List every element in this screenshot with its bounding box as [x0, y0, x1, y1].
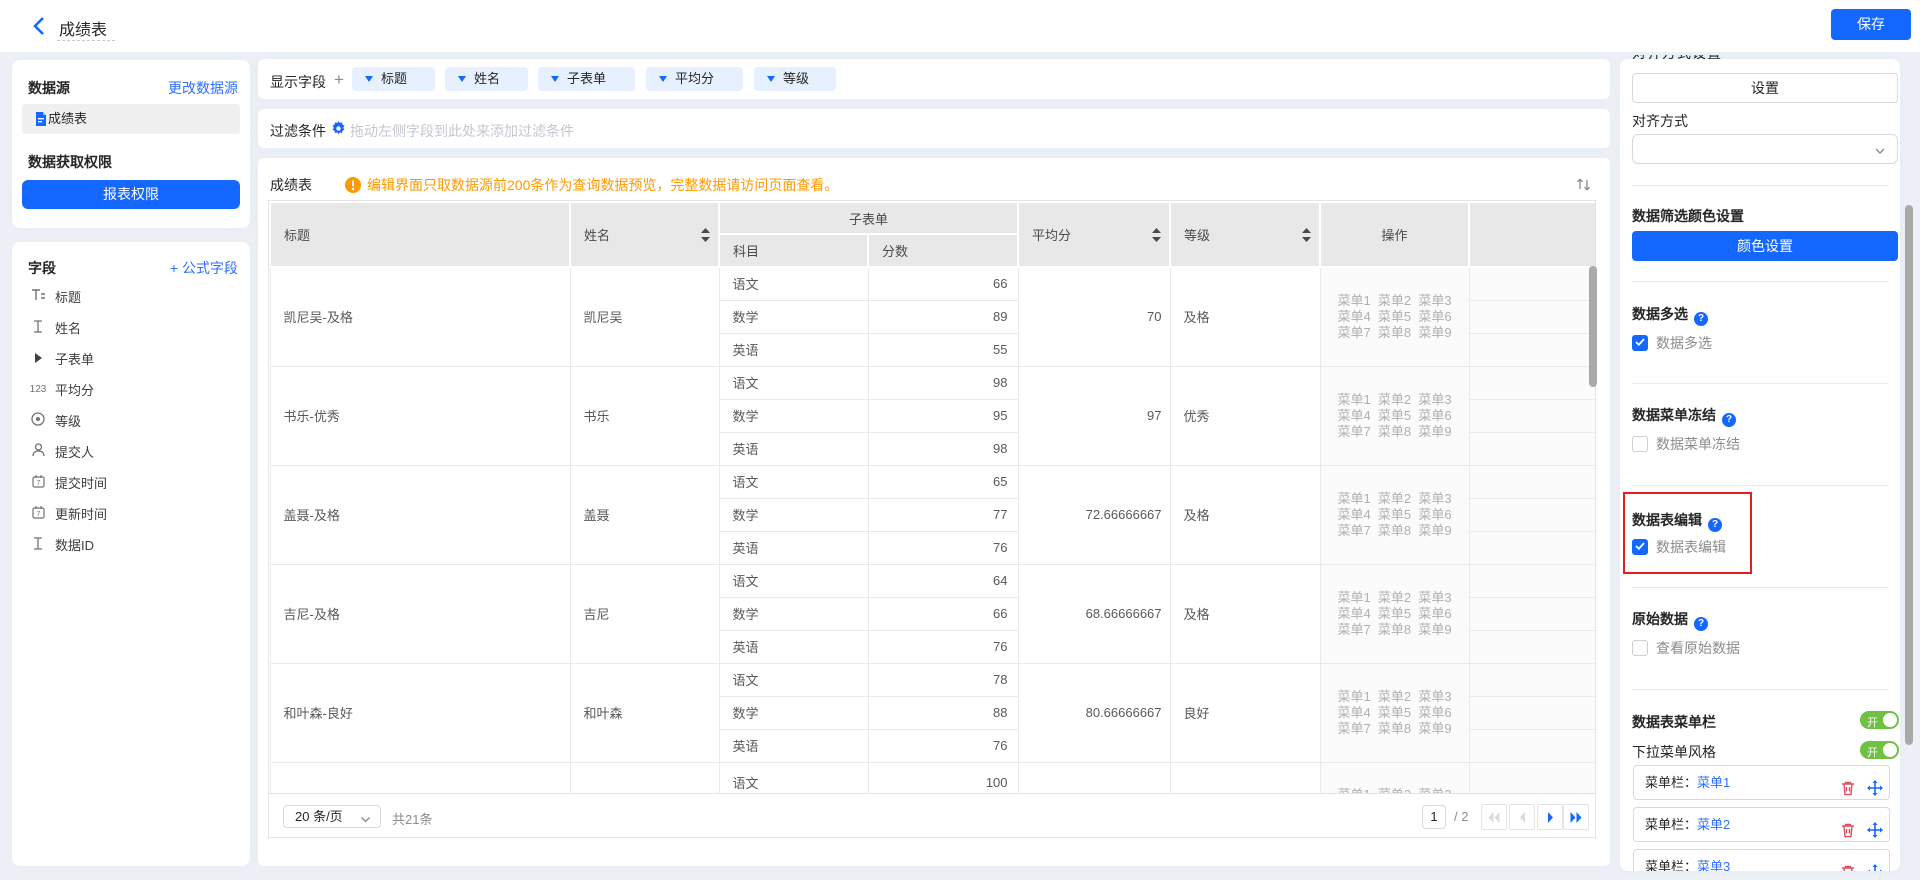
svg-text:7: 7	[36, 511, 40, 518]
svg-text:7: 7	[36, 480, 40, 487]
